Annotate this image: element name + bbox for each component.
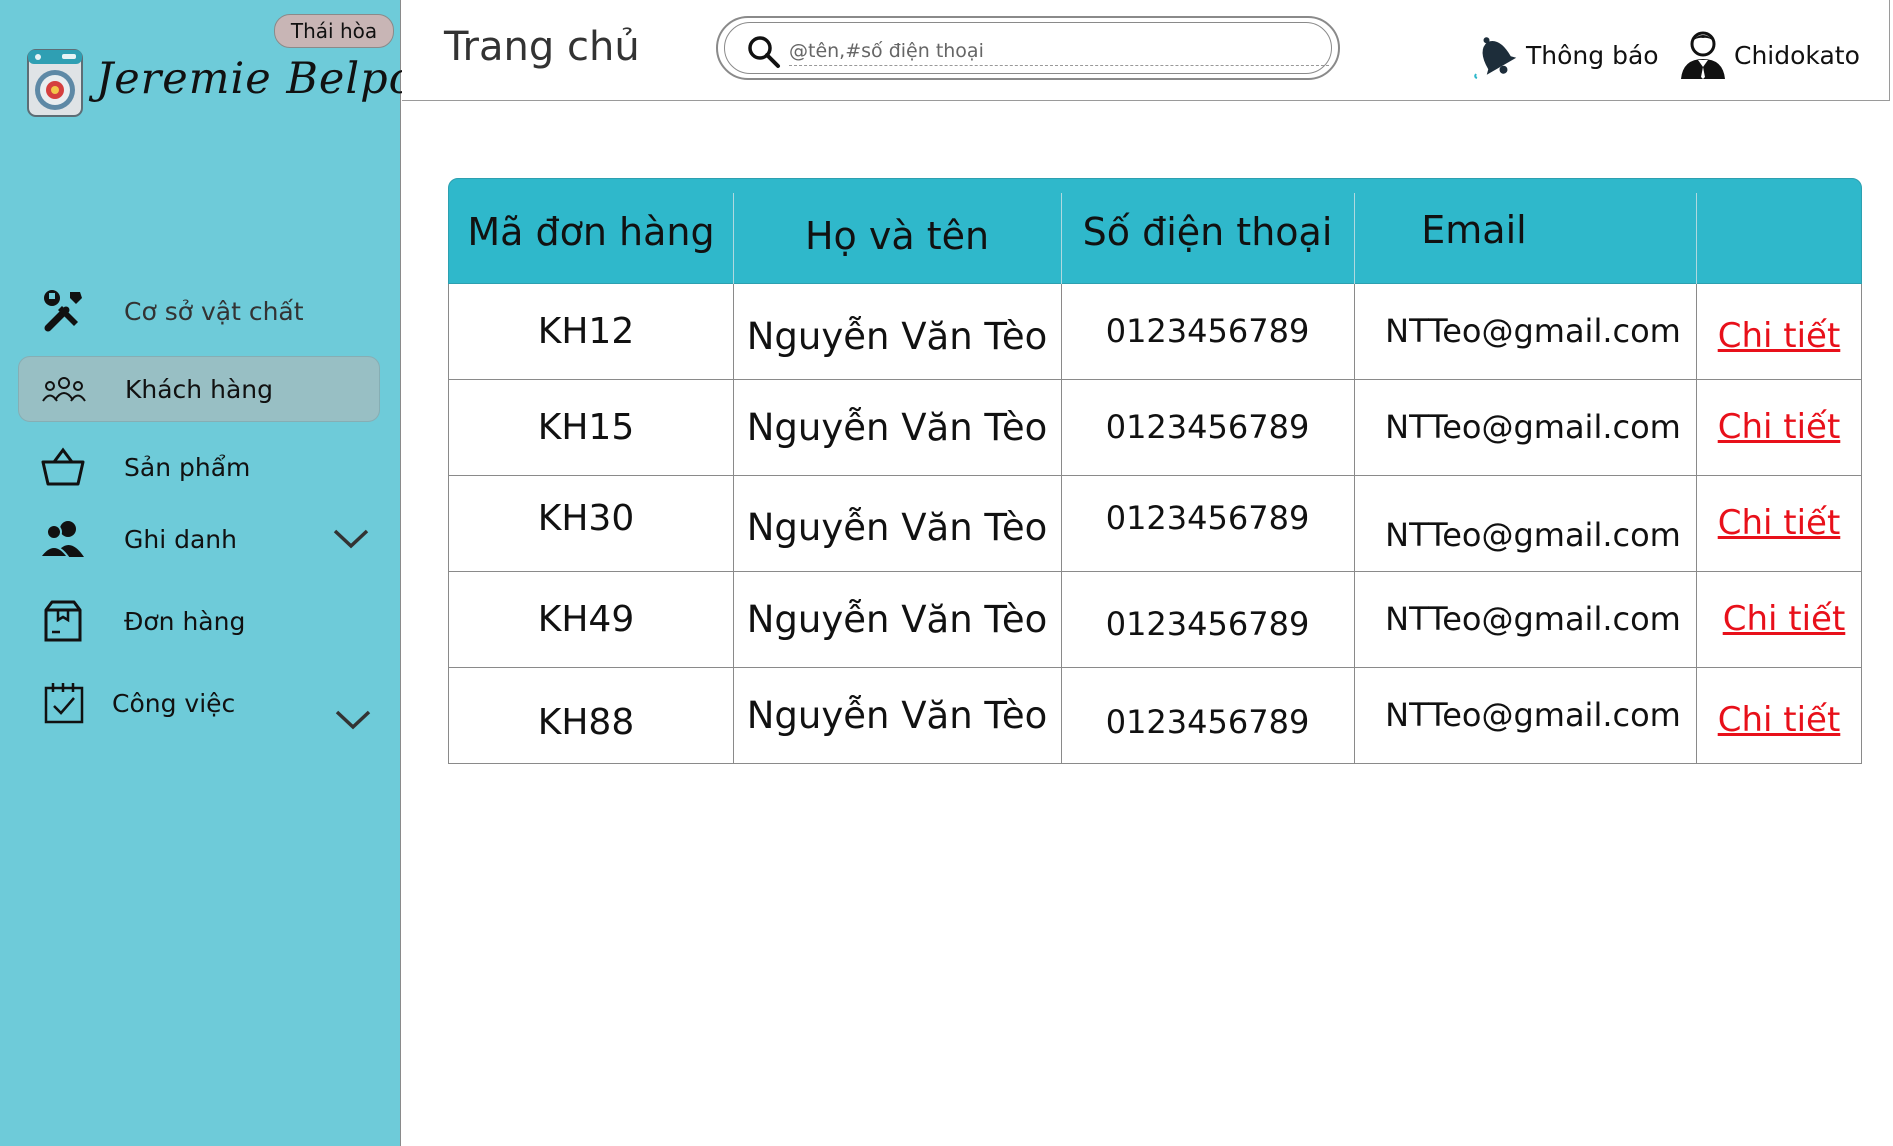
- detail-link-cell: Chi tiết: [1696, 476, 1862, 570]
- detail-link[interactable]: Chi tiết: [1718, 316, 1841, 356]
- sidebar-item-label: Ghi danh: [124, 524, 237, 554]
- location-badge[interactable]: Thái hòa: [274, 14, 394, 48]
- table-row: KH30 Nguyễn Văn Tèo 0123456789 NTTeo@gma…: [448, 476, 1862, 572]
- sidebar-item-customers[interactable]: Khách hàng: [18, 356, 380, 422]
- sidebar-item-facilities[interactable]: Cơ sở vật chất: [18, 278, 380, 344]
- email: NTTeo@gmail.com: [1385, 696, 1681, 734]
- customer-name: Nguyễn Văn Tèo: [746, 505, 1048, 549]
- chevron-down-icon[interactable]: [332, 527, 370, 551]
- page-title: Trang chủ: [444, 24, 640, 70]
- detail-link-cell: Chi tiết: [1696, 380, 1862, 474]
- customer-name: Nguyễn Văn Tèo: [746, 597, 1048, 641]
- detail-link[interactable]: Chi tiết: [1718, 700, 1841, 740]
- email: NTTeo@gmail.com: [1385, 600, 1681, 638]
- column-header-name: Họ và tên: [804, 214, 990, 258]
- order-code: KH88: [537, 701, 635, 743]
- order-code: KH12: [537, 310, 635, 352]
- sidebar-item-products[interactable]: Sản phẩm: [18, 434, 380, 500]
- phone-number: 0123456789: [1105, 408, 1310, 446]
- customer-table: Mã đơn hàng Họ và tên Số điện thoại Emai…: [448, 178, 1862, 764]
- detail-link[interactable]: Chi tiết: [1718, 503, 1841, 543]
- order-code: KH30: [537, 497, 635, 539]
- customer-name: Nguyễn Văn Tèo: [746, 314, 1048, 358]
- users-icon: [40, 516, 86, 562]
- bell-icon: [1474, 37, 1517, 79]
- search-frame: [724, 22, 1332, 74]
- table-row: KH12 Nguyễn Văn Tèo 0123456789 NTTeo@gma…: [448, 284, 1862, 380]
- email: NTTeo@gmail.com: [1385, 408, 1681, 446]
- phone-number: 0123456789: [1105, 703, 1310, 741]
- email: NTTeo@gmail.com: [1385, 312, 1681, 350]
- email: NTTeo@gmail.com: [1385, 516, 1681, 554]
- user-avatar-icon: [1681, 31, 1725, 79]
- detail-link-cell: Chi tiết: [1696, 668, 1862, 762]
- detail-link[interactable]: Chi tiết: [1723, 599, 1846, 639]
- table-row: KH15 Nguyễn Văn Tèo 0123456789 NTTeo@gma…: [448, 380, 1862, 476]
- user-name: Chidokato: [1734, 40, 1860, 70]
- sidebar-item-label: Cơ sở vật chất: [124, 296, 304, 326]
- notifications-button[interactable]: Thông báo: [1470, 30, 1659, 80]
- sidebar-item-enroll[interactable]: Ghi danh: [18, 506, 380, 572]
- customer-name: Nguyễn Văn Tèo: [746, 693, 1048, 737]
- search-input[interactable]: [789, 37, 1329, 66]
- chevron-down-icon[interactable]: [334, 708, 372, 732]
- basket-icon: [40, 444, 86, 490]
- phone-number: 0123456789: [1105, 499, 1310, 537]
- calendar-check-icon: [40, 680, 86, 726]
- order-code: KH15: [537, 406, 635, 448]
- phone-number: 0123456789: [1105, 605, 1310, 643]
- search-icon[interactable]: [747, 35, 781, 69]
- table-row: KH88 Nguyễn Văn Tèo 0123456789 NTTeo@gma…: [448, 668, 1862, 764]
- notifications-label: Thông báo: [1526, 40, 1659, 70]
- tools-icon: [40, 288, 86, 334]
- washing-machine-icon: [24, 48, 86, 120]
- detail-link[interactable]: Chi tiết: [1718, 407, 1841, 447]
- sidebar-item-tasks[interactable]: Công việc: [18, 670, 380, 736]
- sidebar-item-label: Sản phẩm: [124, 452, 251, 482]
- detail-link-cell: Chi tiết: [1696, 572, 1862, 666]
- detail-link-cell: Chi tiết: [1696, 284, 1862, 378]
- order-code: KH49: [537, 598, 635, 640]
- people-group-icon: [41, 366, 87, 412]
- package-icon: [40, 598, 86, 644]
- sidebar-item-label: Khách hàng: [125, 374, 273, 404]
- sidebar-item-orders[interactable]: Đơn hàng: [18, 588, 380, 654]
- column-header-action: [1696, 179, 1862, 285]
- column-header-email: Email: [1421, 208, 1527, 252]
- table-header: Mã đơn hàng Họ và tên Số điện thoại Emai…: [448, 178, 1862, 285]
- phone-number: 0123456789: [1105, 312, 1310, 350]
- table-row: KH49 Nguyễn Văn Tèo 0123456789 NTTeo@gma…: [448, 572, 1862, 668]
- sidebar: Thái hòa Jeremie Belpois Cơ sở vật chất: [0, 0, 452, 1146]
- sidebar-item-label: Đơn hàng: [124, 606, 246, 636]
- user-menu[interactable]: Chidokato: [1678, 28, 1860, 82]
- brand-name: Jeremie Belpois: [96, 54, 454, 104]
- search-box[interactable]: [716, 16, 1340, 80]
- sidebar-item-label: Công việc: [112, 688, 236, 718]
- top-header: Trang chủ Thông báo Ch: [402, 0, 1890, 101]
- column-header-code: Mã đơn hàng: [467, 210, 715, 254]
- column-header-phone: Số điện thoại: [1082, 210, 1333, 254]
- customer-name: Nguyễn Văn Tèo: [746, 405, 1048, 449]
